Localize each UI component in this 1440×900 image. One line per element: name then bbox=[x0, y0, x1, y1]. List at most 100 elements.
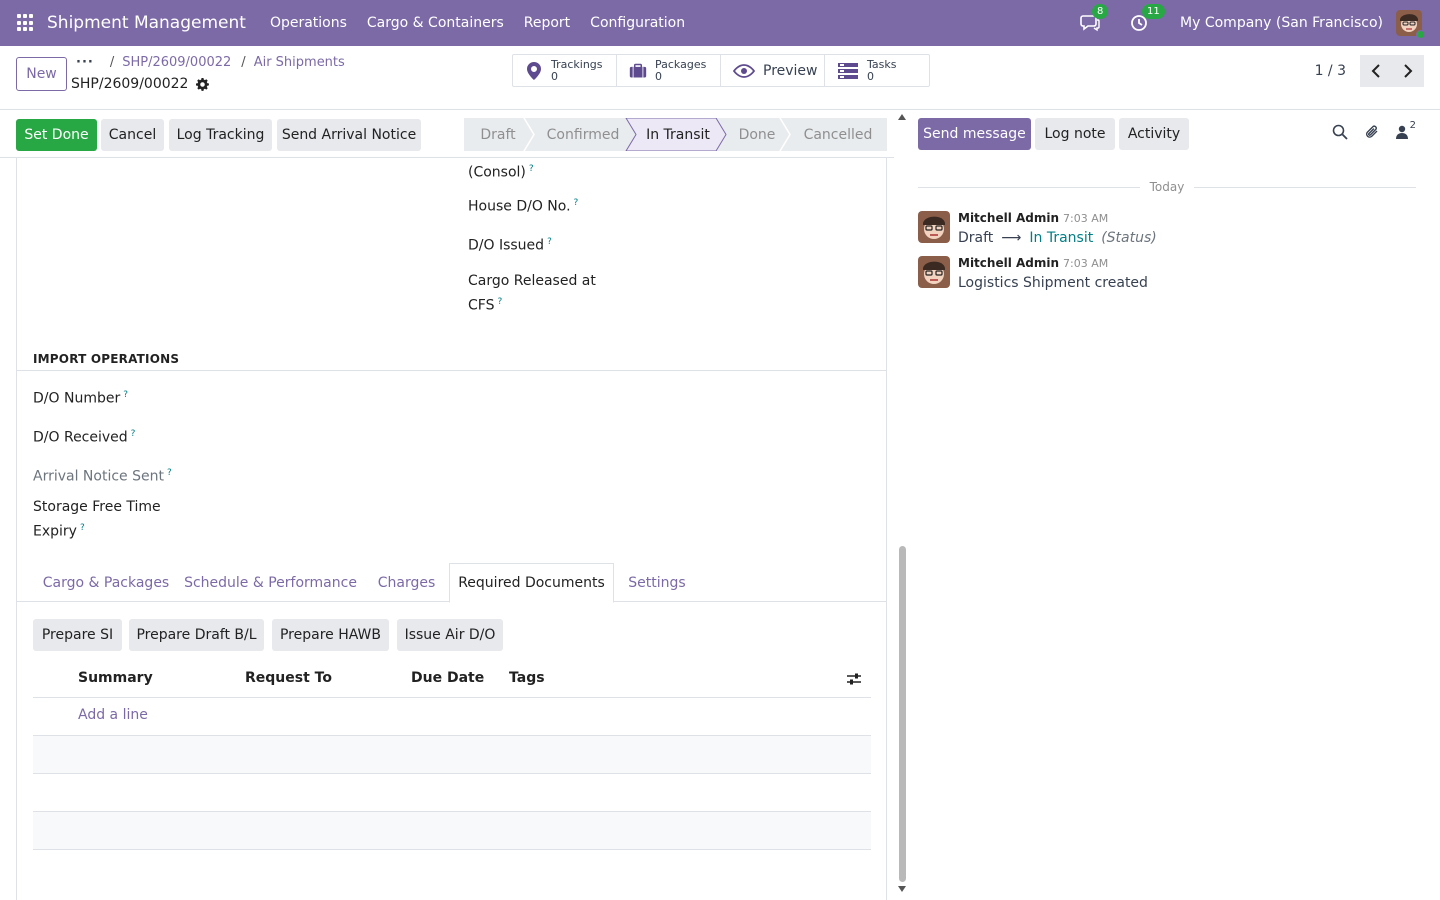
paperclip-icon[interactable] bbox=[1364, 124, 1380, 140]
section-title-import-operations: IMPORT OPERATIONS bbox=[33, 352, 180, 366]
date-separator-label: Today bbox=[1149, 180, 1185, 194]
pager-previous-button[interactable] bbox=[1360, 55, 1392, 87]
log-note-button[interactable]: Log note bbox=[1035, 118, 1115, 150]
documents-table: Summary Request To Due Date Tags Add a l… bbox=[33, 660, 871, 850]
tab-cargo-packages[interactable]: Cargo & Packages bbox=[34, 563, 178, 602]
column-request-to[interactable]: Request To bbox=[245, 670, 332, 686]
author-name[interactable]: Mitchell Admin bbox=[958, 211, 1059, 225]
pager-counter[interactable]: 1 / 3 bbox=[1315, 63, 1346, 79]
help-tooltip-icon[interactable]: ? bbox=[131, 429, 136, 439]
message-body: Logistics Shipment created bbox=[958, 275, 1148, 291]
cancel-button[interactable]: Cancel bbox=[101, 119, 164, 151]
field-expiry-label: Expiry bbox=[33, 523, 77, 540]
chevron-left-icon bbox=[1371, 64, 1380, 78]
message-author[interactable]: Mitchell Admin 7:03 AM bbox=[958, 211, 1108, 225]
menu-operations[interactable]: Operations bbox=[260, 15, 357, 31]
search-icon[interactable] bbox=[1332, 124, 1348, 140]
scroll-down-arrow-icon[interactable] bbox=[898, 886, 906, 892]
trackings-label: Trackings bbox=[551, 57, 603, 71]
log-tracking-button[interactable]: Log Tracking bbox=[169, 119, 272, 151]
table-row bbox=[33, 736, 871, 774]
stage-cancelled[interactable]: Cancelled bbox=[792, 118, 884, 151]
tab-settings[interactable]: Settings bbox=[618, 563, 696, 602]
pager-next-button[interactable] bbox=[1392, 55, 1424, 87]
column-summary[interactable]: Summary bbox=[78, 670, 153, 686]
preview-smart-button[interactable]: Preview bbox=[721, 55, 825, 86]
followers-button[interactable]: 2 bbox=[1395, 120, 1416, 139]
stage-done[interactable]: Done bbox=[726, 118, 788, 151]
prepare-draft-bl-button[interactable]: Prepare Draft B/L bbox=[129, 619, 264, 651]
breadcrumb-more-icon[interactable]: ··· bbox=[76, 55, 94, 70]
send-arrival-notice-button[interactable]: Send Arrival Notice bbox=[277, 119, 421, 151]
field-do-number: D/O Number? bbox=[33, 385, 128, 410]
app-menu-icon[interactable] bbox=[17, 14, 35, 32]
help-tooltip-icon[interactable]: ? bbox=[547, 237, 552, 247]
column-due-date[interactable]: Due Date bbox=[411, 670, 484, 686]
form-scrollbar[interactable] bbox=[894, 110, 910, 900]
arrow-right-icon: ⟶ bbox=[1001, 230, 1022, 246]
notebook-tabs: Cargo & Packages Schedule & Performance … bbox=[17, 563, 886, 603]
table-row bbox=[33, 812, 871, 850]
send-message-button[interactable]: Send message bbox=[918, 118, 1031, 150]
optional-columns-sliders-icon[interactable] bbox=[847, 672, 861, 686]
activities-clock-icon[interactable]: 11 bbox=[1130, 4, 1165, 34]
menu-report[interactable]: Report bbox=[514, 15, 580, 31]
field-house-do-no: House D/O No.? bbox=[468, 193, 578, 218]
chatter-toolbar-icons: 2 bbox=[1332, 120, 1416, 140]
message-author[interactable]: Mitchell Admin 7:03 AM bbox=[958, 256, 1108, 270]
table-header: Summary Request To Due Date Tags bbox=[33, 660, 871, 698]
field-storage-free-time-expiry: Storage Free Time Expiry? bbox=[33, 497, 161, 543]
help-tooltip-icon[interactable]: ? bbox=[529, 164, 534, 174]
briefcase-icon bbox=[629, 62, 647, 80]
help-tooltip-icon[interactable]: ? bbox=[497, 297, 502, 307]
tasks-icon bbox=[837, 62, 859, 80]
help-tooltip-icon[interactable]: ? bbox=[80, 523, 85, 533]
messages-badge: 8 bbox=[1092, 4, 1109, 19]
app-title[interactable]: Shipment Management bbox=[47, 13, 246, 33]
breadcrumb-shipment-link[interactable]: SHP/2609/00022 bbox=[122, 55, 231, 70]
stage-confirmed[interactable]: Confirmed bbox=[534, 118, 632, 151]
tasks-count: 0 bbox=[867, 69, 874, 83]
company-switcher[interactable]: My Company (San Francisco) bbox=[1180, 15, 1383, 31]
scrollbar-thumb[interactable] bbox=[899, 546, 906, 882]
column-tags[interactable]: Tags bbox=[509, 670, 545, 686]
tab-charges[interactable]: Charges bbox=[365, 563, 448, 602]
field-arrival-notice-sent-label: Arrival Notice Sent bbox=[33, 468, 164, 485]
user-avatar[interactable] bbox=[1396, 10, 1425, 39]
tab-required-documents[interactable]: Required Documents bbox=[449, 563, 614, 603]
navbar-systray: 8 11 My Company (San Francisco) bbox=[1080, 0, 1440, 46]
trackings-smart-button[interactable]: Trackings 0 bbox=[513, 55, 617, 86]
avatar[interactable] bbox=[918, 211, 950, 243]
field-do-issued-label: D/O Issued bbox=[468, 237, 545, 254]
breadcrumb-separator: / bbox=[109, 55, 115, 70]
user-icon bbox=[1395, 125, 1408, 139]
menu-configuration[interactable]: Configuration bbox=[580, 15, 695, 31]
stage-draft[interactable]: Draft bbox=[464, 118, 532, 151]
stage-in-transit[interactable]: In Transit bbox=[636, 118, 720, 151]
issue-air-do-button[interactable]: Issue Air D/O bbox=[397, 619, 503, 651]
packages-smart-button[interactable]: Packages 0 bbox=[617, 55, 721, 86]
activity-button[interactable]: Activity bbox=[1119, 118, 1189, 150]
set-done-button[interactable]: Set Done bbox=[16, 119, 97, 151]
gear-icon[interactable] bbox=[196, 77, 210, 91]
tasks-smart-button[interactable]: Tasks 0 bbox=[825, 55, 929, 86]
breadcrumb-air-shipments-link[interactable]: Air Shipments bbox=[254, 55, 345, 70]
online-status-dot bbox=[1416, 30, 1425, 39]
chatter-message: Mitchell Admin 7:03 AM Draft ⟶ In Transit (S… bbox=[918, 211, 1416, 247]
packages-count: 0 bbox=[655, 69, 662, 83]
field-house-do-no-label: House D/O No. bbox=[468, 198, 571, 215]
avatar[interactable] bbox=[918, 256, 950, 288]
messages-icon[interactable]: 8 bbox=[1080, 4, 1109, 34]
prepare-si-button[interactable]: Prepare SI bbox=[33, 619, 122, 651]
author-name[interactable]: Mitchell Admin bbox=[958, 256, 1059, 270]
help-tooltip-icon[interactable]: ? bbox=[574, 198, 579, 208]
activities-badge: 11 bbox=[1142, 4, 1165, 19]
tab-schedule-performance[interactable]: Schedule & Performance bbox=[182, 563, 359, 602]
scroll-up-arrow-icon[interactable] bbox=[898, 114, 906, 120]
new-button[interactable]: New bbox=[16, 57, 67, 91]
menu-cargo-containers[interactable]: Cargo & Containers bbox=[357, 15, 514, 31]
prepare-hawb-button[interactable]: Prepare HAWB bbox=[272, 619, 389, 651]
add-a-line-link[interactable]: Add a line bbox=[78, 707, 148, 723]
help-tooltip-icon[interactable]: ? bbox=[123, 390, 128, 400]
help-tooltip-icon[interactable]: ? bbox=[167, 468, 172, 478]
